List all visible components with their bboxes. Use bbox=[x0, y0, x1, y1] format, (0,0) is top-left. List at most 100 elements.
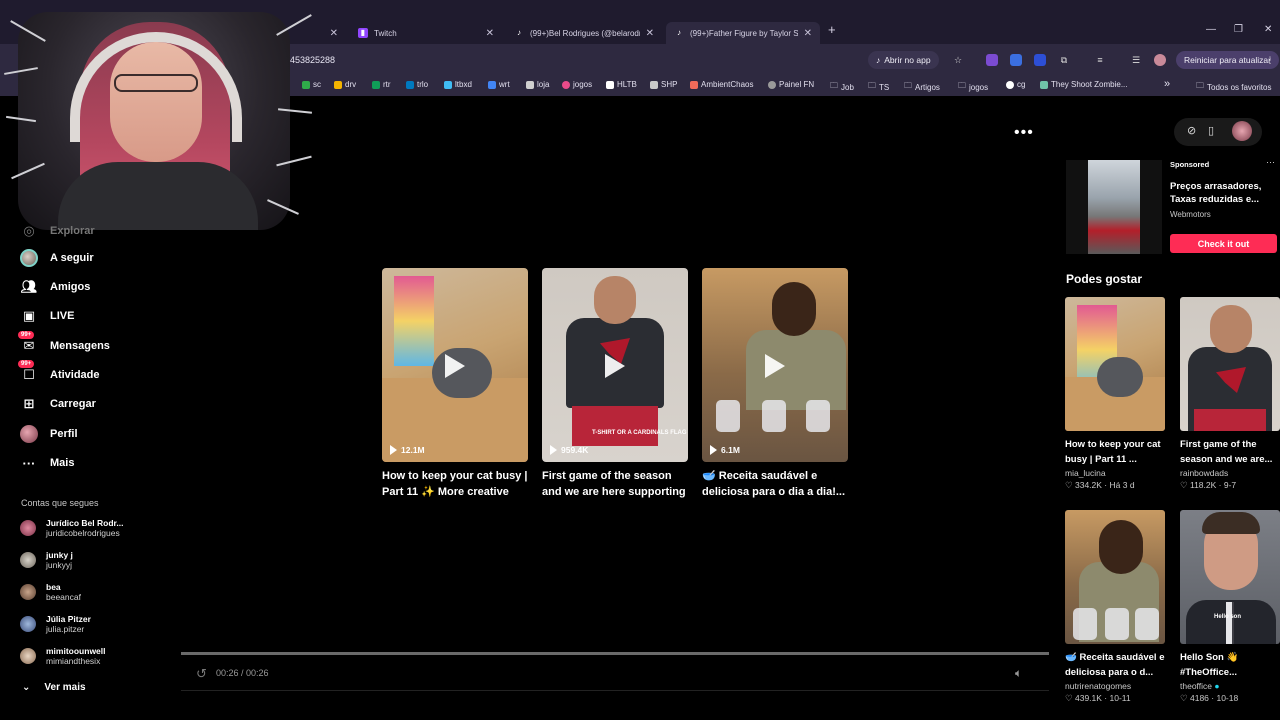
bookmark[interactable]: AmbientChaos bbox=[690, 80, 753, 89]
bookmark[interactable]: sc bbox=[302, 80, 321, 89]
bookmark-folder[interactable]: 🗀 Job bbox=[830, 80, 854, 94]
close-icon[interactable]: ✕ bbox=[646, 28, 654, 39]
following-account[interactable]: junky j junkyyj bbox=[20, 550, 73, 570]
ad-thumbnail[interactable] bbox=[1066, 160, 1162, 254]
nav-profile[interactable]: Perfil bbox=[20, 425, 78, 443]
recommended-video[interactable]: How to keep your cat busy | Part 11 ... … bbox=[1065, 297, 1165, 491]
close-icon[interactable]: ✕ bbox=[486, 28, 494, 39]
bookmark[interactable]: rtr bbox=[372, 80, 391, 89]
related-video-card[interactable]: T-SHIRT OR A CARDINALS FLAG 959.4K First… bbox=[542, 268, 688, 500]
nav-live[interactable]: ▣ LIVE bbox=[20, 307, 75, 325]
video-thumbnail[interactable] bbox=[1065, 510, 1165, 644]
see-more-link[interactable]: ⌄ Ver mais bbox=[22, 682, 86, 693]
more-options-icon[interactable]: ••• bbox=[1014, 124, 1034, 142]
extension-icon[interactable] bbox=[1010, 54, 1022, 66]
related-video-card[interactable]: 12.1M How to keep your cat busy | Part 1… bbox=[382, 268, 528, 500]
following-account[interactable]: mimitoounwell mimiandthesix bbox=[20, 646, 106, 666]
nav-messages[interactable]: ✉ 99+ Mensagens bbox=[18, 331, 110, 355]
video-caption[interactable]: 🥣 Receita saudável e deliciosa para o d.… bbox=[1065, 650, 1165, 680]
bookmark[interactable]: drv bbox=[334, 80, 356, 89]
tiktok-icon: ♪ bbox=[677, 28, 681, 37]
bookmark[interactable]: trlo bbox=[406, 80, 428, 89]
nav-activity[interactable]: ☐ 99+ Atividade bbox=[18, 360, 100, 384]
play-icon[interactable] bbox=[445, 354, 465, 378]
bookmark[interactable]: SHP bbox=[650, 80, 677, 89]
profile-avatar-icon[interactable] bbox=[1154, 54, 1166, 66]
reading-list-icon[interactable]: ☰ bbox=[1130, 54, 1142, 66]
bookmark[interactable]: loja bbox=[526, 80, 549, 89]
profile-avatar-icon[interactable] bbox=[1232, 121, 1252, 141]
new-tab-button[interactable]: + bbox=[828, 22, 836, 37]
url-text[interactable]: 453825288 bbox=[290, 55, 335, 65]
play-count-icon bbox=[550, 445, 557, 455]
puzzle-icon[interactable]: ⧉ bbox=[1058, 54, 1070, 66]
restore-icon[interactable]: ❐ bbox=[1234, 24, 1243, 35]
close-icon[interactable]: ✕ bbox=[330, 28, 338, 39]
thumbnail-art bbox=[1097, 357, 1143, 397]
star-icon[interactable]: ☆ bbox=[952, 54, 964, 66]
bookmark[interactable]: HLTB bbox=[606, 80, 637, 89]
bookmark-folder[interactable]: 🗀 jogos bbox=[958, 80, 988, 94]
nav-friends[interactable]: 👥︎ Amigos bbox=[20, 278, 91, 296]
video-caption[interactable]: First game of the season and we are here… bbox=[542, 468, 688, 500]
video-author[interactable]: theoffice ● bbox=[1180, 681, 1280, 691]
more-bookmarks-icon[interactable]: » bbox=[1164, 78, 1170, 90]
bookmark[interactable]: cg bbox=[1006, 80, 1025, 89]
video-caption[interactable]: 🥣 Receita saudável e deliciosa para o di… bbox=[702, 468, 848, 500]
browser-tab-bel-rodrigues[interactable]: ♪ (99+)Bel Rodrigues (@belarodrigu... ✕ bbox=[506, 22, 662, 44]
video-thumbnail[interactable]: Hello son bbox=[1180, 510, 1280, 644]
kebab-menu-icon[interactable]: ⋮ bbox=[1264, 54, 1276, 66]
bookmark[interactable]: wrt bbox=[488, 80, 510, 89]
video-author[interactable]: nutrirenatogomes bbox=[1065, 681, 1165, 691]
video-thumbnail[interactable]: 12.1M bbox=[382, 268, 528, 462]
nav-upload[interactable]: ⊞ Carregar bbox=[20, 395, 96, 413]
close-icon[interactable]: ✕ bbox=[804, 28, 812, 39]
media-icon[interactable]: ≡ bbox=[1094, 54, 1106, 66]
ad-title[interactable]: Preços arrasadores, Taxas reduzidas e... bbox=[1170, 180, 1276, 206]
volume-icon[interactable]: 🔈︎ bbox=[1015, 666, 1022, 681]
video-thumbnail[interactable]: 6.1M bbox=[702, 268, 848, 462]
compass-icon[interactable]: ⊘ bbox=[1187, 124, 1196, 137]
close-window-icon[interactable]: ✕ bbox=[1264, 24, 1272, 35]
extension-icon[interactable] bbox=[986, 54, 998, 66]
bookmark-folder[interactable]: 🗀 TS bbox=[868, 80, 889, 94]
bookmark[interactable]: ltbxd bbox=[444, 80, 472, 89]
open-in-app-button[interactable]: ♪ Abrir no app bbox=[868, 51, 939, 69]
minimize-icon[interactable]: — bbox=[1206, 24, 1216, 35]
ad-cta-button[interactable]: Check it out bbox=[1170, 234, 1277, 253]
browser-tab-twitch[interactable]: ▮ Twitch ✕ bbox=[350, 22, 502, 44]
video-thumbnail[interactable] bbox=[1065, 297, 1165, 431]
all-bookmarks-folder[interactable]: 🗀 Todos os favoritos bbox=[1196, 80, 1271, 94]
following-account[interactable]: bea beeancaf bbox=[20, 582, 81, 602]
phone-icon[interactable]: ▯ bbox=[1208, 124, 1214, 137]
extension-icon[interactable] bbox=[1034, 54, 1046, 66]
recommended-video[interactable]: Hello son Hello Son 👋 #TheOffice... theo… bbox=[1180, 510, 1280, 704]
browser-tab-active[interactable]: ♪ (99+)Father Figure by Taylor Sw... ✕ bbox=[666, 22, 820, 44]
video-progress-bar[interactable] bbox=[181, 652, 1049, 655]
ad-more-icon[interactable]: ··· bbox=[1266, 157, 1275, 167]
video-author[interactable]: rainbowdads bbox=[1180, 468, 1280, 478]
related-video-card[interactable]: 6.1M 🥣 Receita saudável e deliciosa para… bbox=[702, 268, 848, 500]
recommended-video[interactable]: 🥣 Receita saudável e deliciosa para o d.… bbox=[1065, 510, 1165, 704]
play-icon[interactable] bbox=[765, 354, 785, 378]
bookmark[interactable]: jogos bbox=[562, 80, 592, 89]
following-account[interactable]: Jurídico Bel Rodr... juridicobelrodrigues bbox=[20, 518, 123, 538]
video-author[interactable]: mia_lucina bbox=[1065, 468, 1165, 478]
following-account[interactable]: Júlia Pitzer julia.pitzer bbox=[20, 614, 91, 634]
nav-following[interactable]: A seguir bbox=[20, 249, 94, 267]
video-thumbnail[interactable]: T-SHIRT OR A CARDINALS FLAG 959.4K bbox=[542, 268, 688, 462]
video-caption[interactable]: How to keep your cat busy | Part 11 ✨ Mo… bbox=[382, 468, 528, 500]
nav-more[interactable]: ··· Mais bbox=[20, 454, 75, 472]
play-icon[interactable] bbox=[605, 354, 625, 378]
video-caption[interactable]: How to keep your cat busy | Part 11 ... bbox=[1065, 437, 1165, 467]
video-thumbnail[interactable] bbox=[1180, 297, 1280, 431]
recommended-video[interactable]: First game of the season and we are... r… bbox=[1180, 297, 1280, 491]
bookmark[interactable]: Painel FN bbox=[768, 80, 814, 89]
nav-explore[interactable]: ◎ Explorar bbox=[20, 222, 94, 240]
video-caption[interactable]: Hello Son 👋 #TheOffice... bbox=[1180, 650, 1280, 680]
replay-icon[interactable]: ↺ bbox=[196, 666, 207, 682]
video-caption[interactable]: First game of the season and we are... bbox=[1180, 437, 1280, 467]
bookmark-label: Painel FN bbox=[779, 80, 815, 89]
bookmark[interactable]: They Shoot Zombie... bbox=[1040, 80, 1127, 89]
bookmark-folder[interactable]: 🗀 Artigos bbox=[904, 80, 940, 94]
